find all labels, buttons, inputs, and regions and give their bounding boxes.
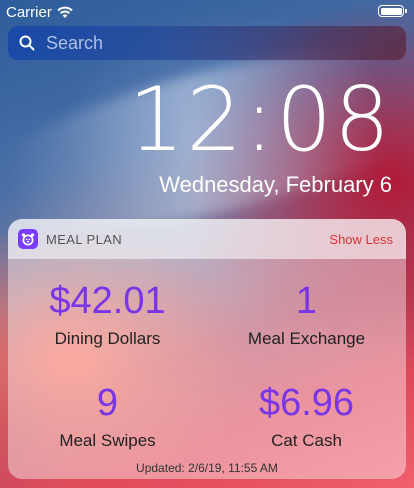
stat-label: Meal Swipes [59, 431, 156, 450]
meal-swipes-stat: 9 Meal Swipes [8, 384, 207, 451]
carrier-label: Carrier [6, 4, 52, 21]
search-bar[interactable]: Search [8, 26, 406, 60]
search-icon [19, 35, 35, 51]
stat-label: Meal Exchange [247, 329, 366, 348]
lock-screen-time: 12:08 [128, 68, 392, 171]
dining-dollars-stat: $42.01 Dining Dollars [8, 282, 207, 349]
widget-header: MEAL PLAN Show Less [8, 219, 406, 259]
wifi-icon [57, 6, 73, 18]
cat-cash-stat: $6.96 Cat Cash [207, 384, 406, 451]
search-placeholder: Search [46, 33, 104, 53]
stat-value: $42.01 [49, 280, 166, 322]
stat-label: Cat Cash [271, 431, 342, 450]
stat-label: Dining Dollars [54, 329, 161, 348]
battery-icon [378, 5, 407, 17]
status-bar: Carrier [0, 0, 414, 24]
widget-app-name: MEAL PLAN [46, 232, 123, 247]
last-updated: Updated: 2/6/19, 11:55 AM [136, 461, 278, 475]
stat-value: $6.96 [258, 382, 355, 424]
stat-value: 9 [96, 382, 119, 424]
lock-screen-date: Wednesday, February 6 [159, 172, 392, 197]
meal-plan-widget: MEAL PLAN Show Less $42.01 Dining Dollar… [8, 219, 406, 479]
stat-value: 1 [295, 280, 318, 322]
meal-plan-app-icon [18, 229, 38, 249]
meal-exchange-stat: 1 Meal Exchange [207, 282, 406, 349]
show-less-button[interactable]: Show Less [329, 232, 393, 247]
